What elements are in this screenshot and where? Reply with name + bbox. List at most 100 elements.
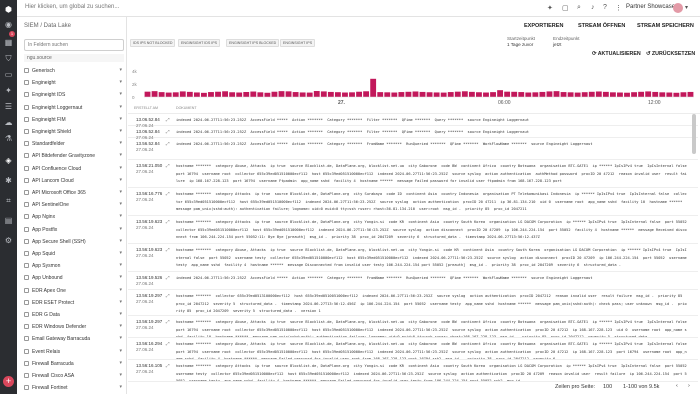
table-row[interactable]: 13.56:19.526 27.06.24 ⤢ indexed 2024-06-27T… [128, 272, 698, 290]
checkbox[interactable] [24, 153, 29, 159]
timeline-bar[interactable] [574, 92, 581, 97]
field-group-item[interactable]: App Nginx ▾ [24, 212, 124, 222]
timeline-bar[interactable] [158, 92, 165, 97]
user-avatar[interactable] [673, 3, 683, 13]
timeline-bar[interactable] [377, 92, 384, 97]
expand-icon[interactable]: ⤢ [166, 341, 170, 346]
timeline-bar[interactable] [433, 92, 440, 97]
timeline-bar[interactable] [687, 91, 694, 97]
table-row[interactable]: 13.56:19.623 27.06.24 ⤢ hostname ******* ca… [128, 216, 698, 244]
field-group-item[interactable]: App Squid ▾ [24, 249, 124, 259]
expand-icon[interactable]: ⤢ [166, 163, 170, 168]
timeline-bar[interactable] [222, 91, 229, 97]
chevron-down-icon[interactable]: ▾ [119, 384, 122, 390]
timeline-bar[interactable] [299, 92, 306, 97]
timeline-bar[interactable] [342, 92, 348, 97]
chevron-down-icon[interactable]: ▾ [119, 116, 122, 122]
timeline-bar[interactable] [588, 91, 595, 97]
sparkle-icon[interactable]: ✦ [547, 4, 553, 12]
global-search[interactable]: Hier klicken, um global zu suchen... [25, 4, 119, 10]
chevron-down-icon[interactable]: ▾ [119, 335, 122, 341]
help-icon[interactable]: ? [603, 4, 607, 11]
timeline-bar[interactable] [518, 92, 525, 97]
prev-page-icon[interactable]: ‹ [676, 383, 678, 389]
timeline-bar[interactable] [243, 91, 250, 97]
field-group-item[interactable]: Firewall Barracuda ▾ [24, 359, 124, 369]
chevron-down-icon[interactable]: ▾ [119, 213, 122, 219]
timeline-bar[interactable] [405, 91, 412, 97]
checkbox[interactable] [24, 275, 29, 281]
expand-icon[interactable]: ⤢ [166, 191, 170, 196]
checkbox[interactable] [24, 141, 29, 147]
timeline-bar[interactable] [461, 91, 468, 97]
expand-icon[interactable]: ⤢ [166, 219, 170, 224]
timeline-bar[interactable] [539, 91, 546, 97]
timeline-bar[interactable] [659, 92, 666, 97]
chevron-down-icon[interactable]: ▾ [119, 274, 122, 280]
chevron-down-icon[interactable]: ▾ [119, 287, 122, 293]
timeline-bar[interactable] [525, 92, 532, 97]
field-group-item[interactable]: API SentinelOne ▾ [24, 200, 124, 210]
field-group-item[interactable]: App Secure Shell (SSH) ▾ [24, 237, 124, 247]
scrollbar[interactable] [692, 114, 696, 154]
grid-icon[interactable]: ▦ [4, 38, 13, 47]
next-page-icon[interactable]: › [688, 383, 690, 389]
timeline-bar[interactable] [490, 92, 496, 97]
checkbox[interactable] [24, 324, 29, 330]
chevron-down-icon[interactable]: ▾ [119, 104, 122, 110]
checkbox[interactable] [24, 336, 29, 342]
chevron-down-icon[interactable]: ▾ [119, 201, 122, 207]
chevron-down-icon[interactable]: ▾ [119, 165, 122, 171]
timeline-bar[interactable] [186, 91, 193, 97]
timeline-bar[interactable] [264, 92, 271, 97]
checkbox[interactable] [24, 251, 29, 256]
field-group-item[interactable]: App Postfix ▾ [24, 225, 124, 235]
chevron-down-icon[interactable]: ▾ [119, 67, 122, 73]
chat-icon[interactable]: ▢ [562, 4, 569, 12]
reset-button[interactable]: ↺ ZURÜCKSETZEN [646, 51, 695, 57]
timeline-bar[interactable] [447, 92, 454, 97]
timeline-bar[interactable] [229, 92, 236, 97]
timeline-bar[interactable] [356, 91, 362, 97]
timeline-bar[interactable] [666, 92, 673, 97]
field-group-item[interactable]: API Confluence Cloud ▾ [24, 164, 124, 174]
network-icon[interactable]: ⌗ [4, 196, 13, 205]
field-group-item[interactable]: EDR G Data ▾ [24, 310, 124, 320]
open-stream-button[interactable]: STREAM ÖFFNEN [578, 23, 625, 29]
timeline-bar[interactable] [609, 92, 616, 97]
chevron-down-icon[interactable]: ▾ [119, 189, 122, 195]
timeline-bar[interactable] [567, 92, 574, 97]
timeline-bar[interactable] [193, 92, 200, 97]
timeline-bar[interactable] [236, 92, 243, 97]
search-icon[interactable]: ⌕ [577, 4, 581, 12]
timeline-bar[interactable] [172, 92, 179, 97]
field-group-item[interactable]: API Lancom Cloud ▾ [24, 176, 124, 186]
expand-icon[interactable]: ⤢ [166, 247, 170, 252]
timeline-bar[interactable] [483, 92, 489, 97]
save-stream-button[interactable]: STREAM SPEICHERN [637, 23, 694, 29]
checkbox[interactable] [24, 385, 29, 391]
chart-icon[interactable]: ▤ [4, 216, 13, 225]
expand-icon[interactable]: ⤢ [166, 363, 170, 368]
field-group-item[interactable]: API Microsoft Office 365 ▾ [24, 188, 124, 198]
timeline-bar[interactable] [250, 91, 257, 97]
timeline-bar[interactable] [412, 91, 419, 97]
filter-chip[interactable]: ENGINSIGHT IPS BLOCKED [226, 39, 280, 47]
field-group-item[interactable]: Firewall Fortinet ▾ [24, 383, 124, 393]
checkbox[interactable] [24, 348, 29, 354]
timeline-bar[interactable] [165, 92, 172, 97]
table-row[interactable]: 13.06.52.84 27.06.24 ⤢ indexed 2024-06-27T1… [128, 126, 698, 140]
checkbox[interactable] [24, 360, 29, 366]
timeline-bar[interactable] [504, 91, 511, 97]
table-row[interactable]: 13.56:16.294 27.06.24 ⤢ hostname ******* ca… [128, 338, 698, 360]
field-group-item[interactable]: Standardfelder ▾ [24, 139, 124, 149]
checkbox[interactable] [24, 92, 29, 98]
expand-icon[interactable]: ⤢ [166, 293, 170, 298]
tenant-name[interactable]: Partner Showcase [626, 4, 675, 10]
field-group-item[interactable]: API Bitdefender Gravityzone ▾ [24, 151, 124, 161]
filter-chip[interactable]: IDS IPS NOT BLOCKED [130, 39, 176, 47]
timeline-bar[interactable] [454, 91, 461, 97]
chevron-down-icon[interactable]: ▾ [119, 323, 122, 329]
timeline-bar[interactable] [553, 91, 560, 97]
field-group-item[interactable]: App Unbound ▾ [24, 273, 124, 283]
